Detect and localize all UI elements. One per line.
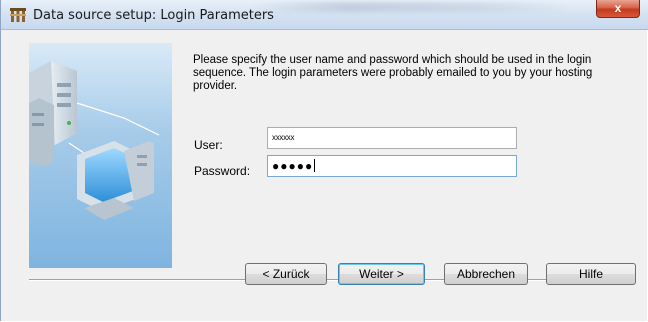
servers-network-illustration [29,43,172,268]
close-icon[interactable]: x [596,0,640,18]
user-label: User: [194,138,223,152]
password-value: ●●●●● [272,159,314,173]
help-button[interactable]: Hilfe [546,263,636,285]
password-input[interactable]: ●●●●● [267,155,517,177]
window-title: Data source setup: Login Parameters [33,8,274,23]
user-value: xxxxxx [272,133,295,142]
dialog-window: Data source setup: Login Parameters x Pl… [0,0,648,321]
separator [29,279,636,281]
title-bar[interactable]: Data source setup: Login Parameters x [1,0,648,30]
next-button[interactable]: Weiter > [338,263,425,285]
user-input[interactable]: xxxxxx [267,127,517,149]
app-icon[interactable] [9,7,27,23]
instruction-text: Please specify the user name and passwor… [193,54,593,92]
close-symbol: x [614,1,622,15]
text-caret [314,159,316,172]
cancel-button[interactable]: Abbrechen [444,263,528,285]
back-button[interactable]: < Zurück [245,263,327,285]
password-label: Password: [194,164,251,178]
title-bar-glass-reflection [251,2,571,12]
